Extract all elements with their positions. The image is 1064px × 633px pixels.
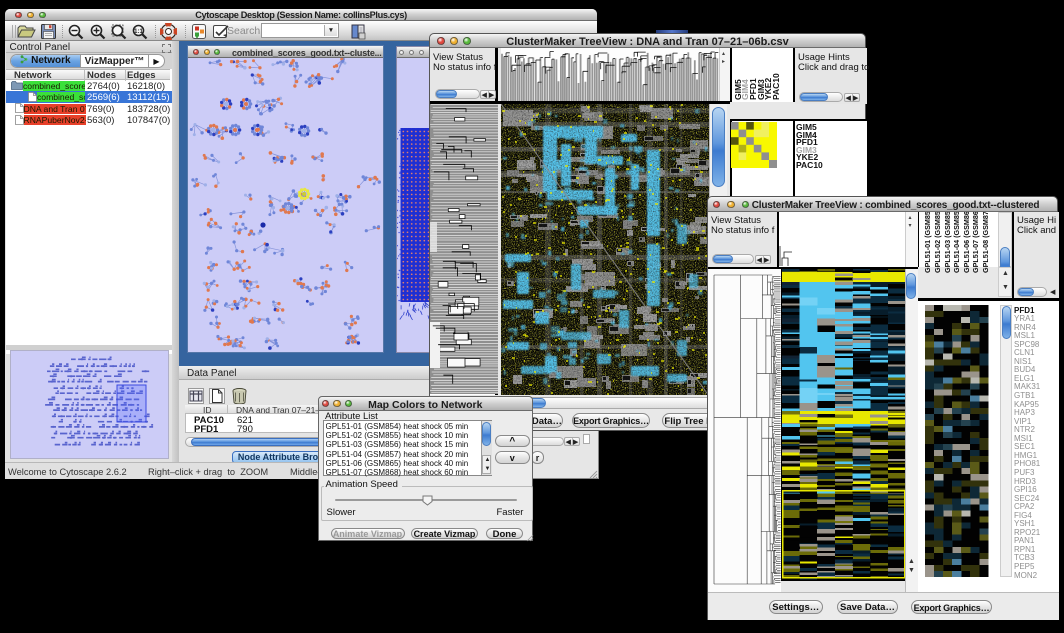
svg-text:1:1: 1:1 <box>134 29 143 35</box>
